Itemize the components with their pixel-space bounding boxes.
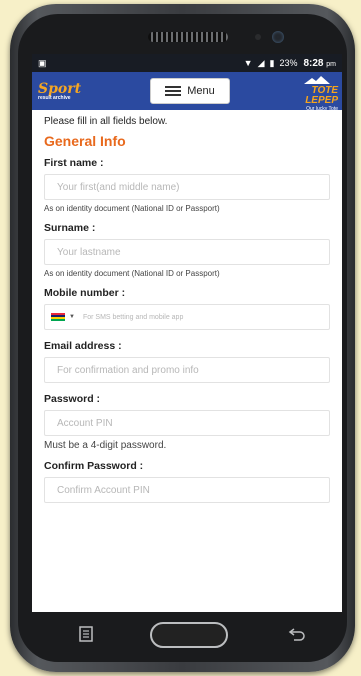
front-camera <box>272 31 284 43</box>
back-icon[interactable] <box>288 626 306 642</box>
battery-icon: ▮ <box>269 57 275 68</box>
menu-label: Menu <box>187 85 215 97</box>
chevron-down-icon[interactable]: ▼ <box>69 314 75 320</box>
clock-ampm: pm <box>326 60 336 68</box>
hardware-nav-bar <box>32 614 342 654</box>
mobile-placeholder: For SMS betting and mobile app <box>82 313 184 321</box>
menu-button[interactable]: Menu <box>150 78 230 104</box>
first-name-label: First name : <box>44 157 104 169</box>
surname-label: Surname : <box>44 222 96 234</box>
surname-hint: As on identity document (National ID or … <box>44 269 220 278</box>
app-header: Sport result archive Menu TOTE LEPEP Our… <box>32 72 342 112</box>
battery-percent: 23% <box>279 58 298 68</box>
tote-lepep-logo[interactable]: TOTE LEPEP Our lucky Tote <box>278 75 338 112</box>
email-label: Email address : <box>44 340 122 352</box>
clock-time: 8:28 <box>303 57 324 69</box>
home-button[interactable] <box>150 622 228 648</box>
password-label: Password : <box>44 393 101 405</box>
password-input[interactable]: Account PIN <box>44 410 330 436</box>
email-input[interactable]: For confirmation and promo info <box>44 357 330 383</box>
first-name-input[interactable]: Your first(and middle name) <box>44 174 330 200</box>
confirm-password-input[interactable]: Confirm Account PIN <box>44 477 330 503</box>
hamburger-menu-icon <box>165 86 182 96</box>
notification-icon: ▣ <box>38 57 47 68</box>
form-intro: Please fill in all fields below. <box>44 116 168 127</box>
screen: ▣ ▼ ◢ ▮ 23% 8:28 pm Sport result archive… <box>32 54 342 612</box>
section-title: General Info <box>44 133 126 149</box>
sport-logo[interactable]: Sport result archive <box>38 82 81 101</box>
wifi-icon: ▼ <box>243 58 253 68</box>
tote-logo-sub: Our lucky Tote <box>306 106 338 112</box>
clock: 8:28 pm <box>303 58 336 69</box>
tote-logo-text: TOTE LEPEP <box>305 85 338 106</box>
proximity-sensor <box>255 34 261 40</box>
mountain-icon <box>304 76 330 84</box>
speaker-grille <box>148 32 228 42</box>
surname-input[interactable]: Your lastname <box>44 239 330 265</box>
password-hint: Must be a 4-digit password. <box>44 440 167 451</box>
status-bar: ▣ ▼ ◢ ▮ 23% 8:28 pm <box>32 54 342 72</box>
mobile-label: Mobile number : <box>44 287 126 299</box>
recent-apps-icon[interactable] <box>78 626 94 642</box>
mauritius-flag-icon[interactable] <box>51 313 65 321</box>
confirm-password-label: Confirm Password : <box>44 460 144 472</box>
first-name-hint: As on identity document (National ID or … <box>44 204 220 213</box>
signal-icon: ◢ <box>257 57 265 68</box>
mobile-input[interactable]: ▼ For SMS betting and mobile app <box>44 304 330 330</box>
registration-form: Please fill in all fields below. General… <box>32 110 342 503</box>
